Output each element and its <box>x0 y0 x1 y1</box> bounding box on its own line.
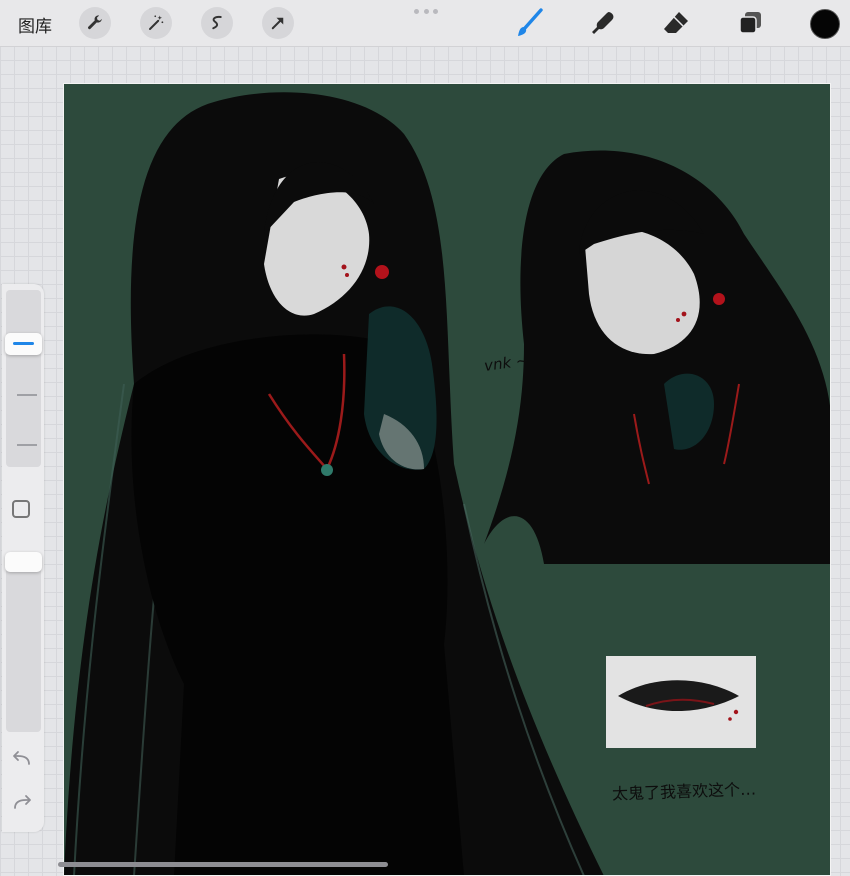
slider-tick <box>17 444 37 446</box>
wrench-icon <box>88 15 103 30</box>
layers-button[interactable] <box>735 8 765 38</box>
toolbar-grabber[interactable] <box>414 9 438 15</box>
brush-size-handle[interactable] <box>5 333 42 355</box>
top-toolbar: 图库 <box>0 0 850 47</box>
undo-arrow-icon[interactable] <box>11 750 33 768</box>
brush-icon <box>518 8 543 36</box>
transform-button[interactable] <box>262 7 294 39</box>
transform-arrow-icon <box>271 17 284 30</box>
drawing-canvas[interactable]: vnk ~ 太鬼了我喜欢这个… <box>64 84 831 876</box>
slider-tick <box>17 394 37 396</box>
caption-annotation: 太鬼了我喜欢这个… <box>611 779 757 804</box>
redo-arrow-icon[interactable] <box>11 794 33 812</box>
grabber-dot <box>433 9 438 14</box>
layers-icon <box>739 12 761 34</box>
brush-tool-button[interactable] <box>514 8 544 38</box>
home-indicator[interactable] <box>58 862 388 867</box>
grabber-dot <box>423 9 429 14</box>
grabber-dot <box>414 9 419 14</box>
left-sidebar <box>2 284 44 832</box>
selection-icon <box>212 15 222 30</box>
square-modify-icon[interactable] <box>12 500 30 518</box>
brush-size-slider[interactable] <box>5 290 42 467</box>
brush-opacity-handle[interactable] <box>5 552 42 572</box>
smudge-icon <box>592 12 614 34</box>
eraser-icon <box>664 12 688 33</box>
gallery-button[interactable]: 图库 <box>18 12 52 37</box>
brush-opacity-slider[interactable] <box>5 552 42 732</box>
adjustments-button[interactable] <box>140 7 172 39</box>
artwork-illustration <box>64 92 831 876</box>
magic-wand-icon <box>149 15 164 30</box>
smudge-tool-button[interactable] <box>588 8 618 38</box>
selection-button[interactable] <box>201 7 233 39</box>
actions-button[interactable] <box>79 7 111 39</box>
eraser-tool-button[interactable] <box>661 8 691 38</box>
color-swatch-button[interactable] <box>810 9 840 39</box>
